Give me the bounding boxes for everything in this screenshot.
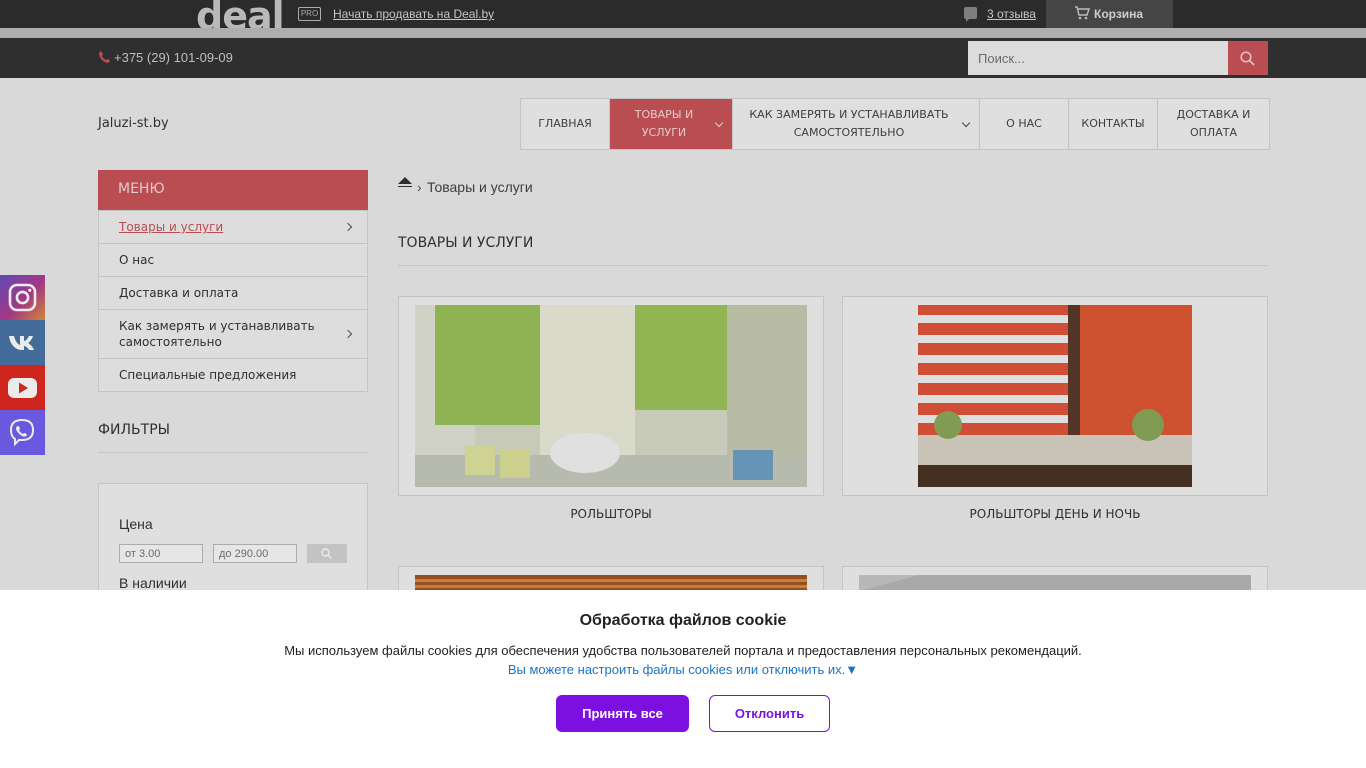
decline-button[interactable]: Отклонить bbox=[709, 695, 830, 732]
accept-all-button[interactable]: Принять все bbox=[556, 695, 689, 732]
cookie-title: Обработка файлов cookie bbox=[579, 612, 787, 629]
cookie-settings-link[interactable]: Вы можете настроить файлы cookies или от… bbox=[0, 662, 1366, 677]
cookie-text: Мы используем файлы cookies для обеспече… bbox=[284, 643, 1082, 658]
cookie-banner: Обработка файлов cookie Мы используем фа… bbox=[0, 590, 1366, 768]
